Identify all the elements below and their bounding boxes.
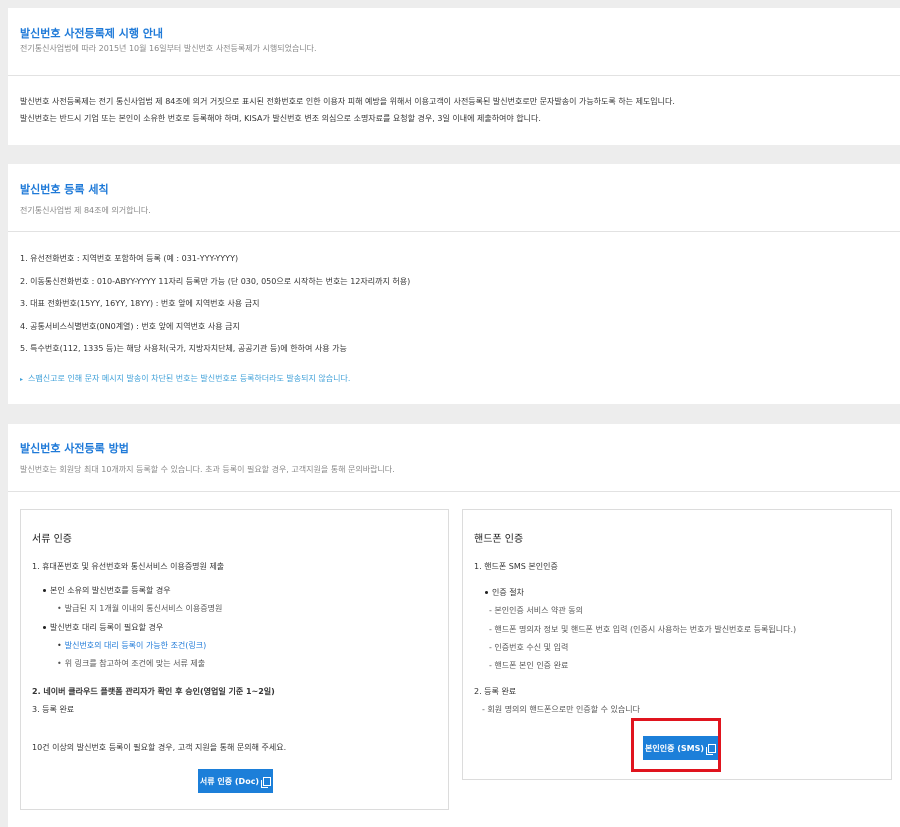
external-link-icon [261,776,272,788]
spam-note-text: 스팸신고로 인해 문자 메시지 발송이 차단된 번호는 발신번호로 등록하더라도… [28,374,351,383]
bullet-icon [485,591,488,594]
doc-auth-button-label: 서류 인증 (Doc) [199,776,260,786]
rule-item: 4. 공통서비스식별번호(0N0계열) : 번호 앞에 지역번호 사용 금지 [20,322,240,331]
proxy-condition-link[interactable]: 발신번호의 대리 등록이 가능한 조건(링크) [65,641,207,650]
method-subtitle: 발신번호는 회원당 최대 10개까지 등록할 수 있습니다. 초과 등록이 필요… [20,465,395,474]
bullet-icon [43,589,46,592]
rules-subtitle: 전기통신사업법 제 84조에 의거합니다. [20,206,151,215]
phone-step-2: 2. 등록 완료 [474,687,517,696]
notice-line-1: 발신번호 사전등록제는 전기 통신사업법 제 84조에 의거 거짓으로 표시된 … [20,97,675,106]
notice-title: 발신번호 사전등록제 시행 안내 [20,27,164,40]
rules-section: 발신번호 등록 세칙 전기통신사업법 제 84조에 의거합니다. 1. 유선전화… [8,164,900,404]
own-number-doc-text: 발급된 지 1개월 이내의 통신서비스 이용증명원 [64,604,223,613]
doc-auth-box: 서류 인증 1. 휴대폰번호 및 유선번호와 통신서비스 이용증명원 제출 본인… [20,509,449,810]
sub-bullet-icon: • [57,604,62,613]
sub-bullet-icon: • [57,641,62,650]
procedure-step: - 인증번호 수신 및 입력 [489,643,569,652]
divider [8,231,900,232]
doc-auth-title: 서류 인증 [32,534,72,545]
method-section: 발신번호 사전등록 방법 발신번호는 회원당 최대 10개까지 등록할 수 있습… [8,424,900,827]
doc-step-2: 2. 네이버 클라우드 플랫폼 관리자가 확인 후 승인(영업일 기준 1~2일… [32,687,275,696]
rules-title: 발신번호 등록 세칙 [20,183,109,196]
rule-item: 2. 이동통신전화번호 : 010-ABYY-YYYY 11자리 등록만 가능 … [20,277,411,286]
procedure-item: 인증 절차 [485,587,524,598]
proxy-number-title: 발신번호 대리 등록이 필요할 경우 [50,623,164,632]
phone-auth-title: 핸드폰 인증 [474,534,524,545]
highlight-box [631,718,721,772]
procedure-title: 인증 절차 [492,588,524,597]
sub-bullet-icon: • [57,659,62,668]
procedure-step: - 본인인증 서비스 약관 동의 [489,606,584,615]
divider [8,75,900,76]
proxy-condition-link-item: • 발신번호의 대리 등록이 가능한 조건(링크) [57,640,206,651]
proxy-number-item: 발신번호 대리 등록이 필요할 경우 [43,622,163,633]
divider [8,491,900,492]
own-number-title: 본인 소유의 발신번호를 등록할 경우 [50,586,171,595]
notice-subtitle: 전기통신사업법에 따라 2015년 10월 16일부터 발신번호 사전등록제가 … [20,44,317,53]
doc-step-3: 3. 등록 완료 [32,705,75,714]
doc-step-1: 1. 휴대폰번호 및 유선번호와 통신서비스 이용증명원 제출 [32,562,225,571]
phone-step-1: 1. 핸드폰 SMS 본인인증 [474,562,558,571]
proxy-doc-item: • 위 링크를 참고하여 조건에 맞는 서류 제출 [57,658,205,669]
bullet-icon [43,626,46,629]
rule-item: 1. 유선전화번호 : 지역번호 포함하여 등록 (예 : 031-YYY-YY… [20,254,239,263]
procedure-step: - 핸드폰 명의자 정보 및 핸드폰 번호 입력 (인증시 사용하는 번호가 발… [489,625,797,634]
triangle-bullet-icon: ▸ [20,376,24,383]
doc-note: 10건 이상의 발신번호 등록이 필요할 경우, 고객 지원을 통해 문의해 주… [32,743,287,752]
procedure-step: - 핸드폰 본인 인증 완료 [489,661,569,670]
method-title: 발신번호 사전등록 방법 [20,442,129,455]
own-number-doc: • 발급된 지 1개월 이내의 통신서비스 이용증명원 [57,603,222,614]
spam-note: ▸ 스팸신고로 인해 문자 메시지 발송이 차단된 번호는 발신번호로 등록하더라… [20,373,350,384]
rule-item: 3. 대표 전화번호(15YY, 16YY, 18YY) : 번호 앞에 지역번… [20,299,260,308]
own-number-item: 본인 소유의 발신번호를 등록할 경우 [43,585,171,596]
phone-step-2-note: - 회원 명의의 핸드폰으로만 인증할 수 있습니다 [482,705,640,714]
notice-section: 발신번호 사전등록제 시행 안내 전기통신사업법에 따라 2015년 10월 1… [8,8,900,145]
doc-auth-button[interactable]: 서류 인증 (Doc) [198,769,273,793]
notice-line-2: 발신번호는 반드시 기업 또는 본인이 소유한 번호로 등록해야 하며, KIS… [20,114,541,123]
proxy-doc-text: 위 링크를 참고하여 조건에 맞는 서류 제출 [64,659,206,668]
rule-item: 5. 특수번호(112, 1335 등)는 해당 사용처(국가, 지방자치단체,… [20,344,347,353]
